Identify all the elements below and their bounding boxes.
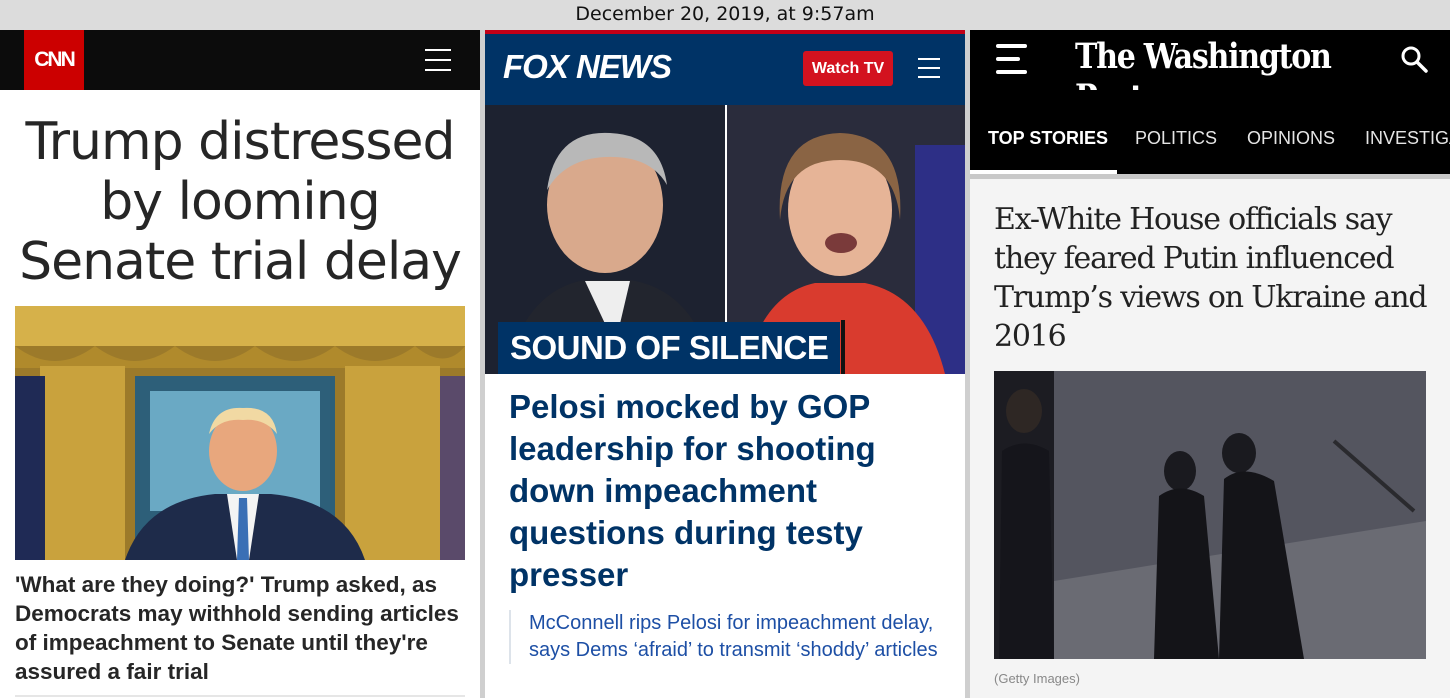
- cnn-subhead[interactable]: 'What are they doing?' Trump asked, as D…: [15, 570, 470, 686]
- fox-panel: FOX NEWS Watch TV SOUND OF SILENCE Pelos…: [485, 30, 965, 698]
- wapo-nav: TOP STORIES POLITICS OPINIONS INVESTIGAT…: [970, 90, 1450, 174]
- nav-divider: [970, 174, 1450, 179]
- search-icon[interactable]: [1400, 45, 1428, 73]
- cnn-headline[interactable]: Trump distressed by looming Senate trial…: [10, 112, 470, 292]
- wapo-panel: The Washington Post TOP STORIES POLITICS…: [970, 30, 1450, 698]
- tab-politics[interactable]: POLITICS: [1135, 90, 1217, 174]
- image-credit: (Getty Images): [994, 671, 1080, 686]
- fox-related-link[interactable]: McConnell rips Pelosi for impeachment de…: [509, 610, 939, 664]
- tab-investigations[interactable]: INVESTIGATIONS: [1365, 90, 1450, 174]
- cnn-panel: CNN Trump distressed by looming Senate t…: [0, 30, 480, 698]
- screenshot-timestamp: December 20, 2019, at 9:57am: [0, 0, 1450, 30]
- menu-icon[interactable]: [425, 49, 451, 71]
- cnn-logo[interactable]: CNN: [24, 30, 84, 90]
- menu-icon[interactable]: [996, 44, 1027, 74]
- fox-logo[interactable]: FOX NEWS: [503, 48, 672, 86]
- menu-icon[interactable]: [918, 58, 940, 78]
- fox-header: FOX NEWS Watch TV: [485, 34, 965, 105]
- tab-opinions[interactable]: OPINIONS: [1247, 90, 1335, 174]
- watch-tv-button[interactable]: Watch TV: [803, 51, 893, 86]
- fox-kicker: SOUND OF SILENCE: [498, 322, 841, 374]
- fox-headline[interactable]: Pelosi mocked by GOP leadership for shoo…: [509, 386, 949, 596]
- divider: [15, 695, 465, 697]
- wapo-headline[interactable]: Ex-White House officials say they feared…: [994, 200, 1434, 356]
- wapo-header: The Washington Post: [970, 30, 1450, 118]
- tab-top-stories[interactable]: TOP STORIES: [988, 90, 1108, 174]
- cnn-header: CNN: [0, 30, 480, 90]
- wapo-hero-image[interactable]: [994, 371, 1426, 659]
- cnn-hero-image[interactable]: [15, 306, 465, 560]
